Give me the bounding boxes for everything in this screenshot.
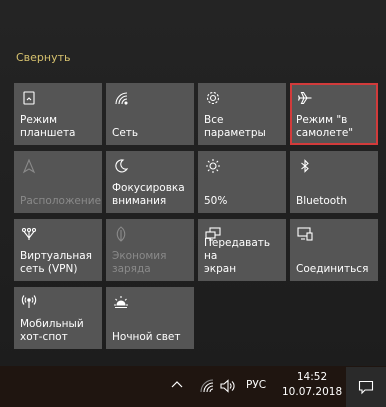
tile-label: 50%: [204, 195, 228, 207]
tile-battery-saver[interactable]: Экономия заряда: [106, 219, 194, 281]
moon-icon: [113, 158, 129, 174]
notifications-button[interactable]: [346, 367, 386, 407]
tile-label: Соединиться: [296, 263, 369, 275]
tile-label: Передавать на экран: [204, 237, 271, 275]
tile-brightness[interactable]: 50%: [198, 151, 286, 213]
taskbar: РУС 14:52 10.07.2018: [0, 366, 386, 407]
tile-project[interactable]: Передавать на экран: [198, 219, 286, 281]
tile-label: Режим "в самолете": [296, 114, 354, 139]
tile-label: Фокусировка внимания: [112, 182, 185, 207]
action-center-panel: Свернуть Режим планшета Сеть Все парамет…: [0, 0, 386, 366]
tile-mobile-hotspot[interactable]: Мобильный хот-спот: [14, 287, 102, 349]
tablet-mode-icon: [21, 90, 37, 106]
tile-label: Ночной свет: [112, 331, 181, 343]
tile-label: Расположение: [20, 195, 102, 207]
night-light-icon: [113, 294, 129, 310]
vpn-icon: [21, 226, 37, 242]
location-icon: [21, 158, 37, 174]
settings-gear-icon: [205, 90, 221, 106]
tile-focus-assist[interactable]: Фокусировка внимания: [106, 151, 194, 213]
tile-night-light[interactable]: Ночной свет: [106, 287, 194, 349]
chevron-up-icon[interactable]: [170, 378, 184, 392]
tile-label: Bluetooth: [296, 195, 347, 207]
hotspot-icon: [21, 294, 37, 310]
tile-label: Виртуальная сеть (VPN): [20, 250, 92, 275]
airplane-icon: [297, 90, 313, 106]
tile-label: Режим планшета: [20, 114, 76, 139]
clock-date: 10.07.2018: [282, 386, 343, 398]
network-icon: [113, 90, 129, 106]
tile-label: Мобильный хот-спот: [20, 318, 84, 343]
wifi-icon[interactable]: [199, 378, 215, 394]
clock-time: 14:52: [296, 371, 328, 383]
tile-location[interactable]: Расположение: [14, 151, 102, 213]
tile-tablet-mode[interactable]: Режим планшета: [14, 83, 102, 145]
tile-all-settings[interactable]: Все параметры: [198, 83, 286, 145]
language-indicator[interactable]: РУС: [246, 379, 266, 391]
bluetooth-icon: [297, 158, 313, 174]
tile-vpn[interactable]: Виртуальная сеть (VPN): [14, 219, 102, 281]
tile-label: Сеть: [112, 127, 139, 139]
notifications-icon: [358, 380, 374, 395]
connect-icon: [297, 226, 313, 242]
tile-label: Все параметры: [204, 114, 266, 139]
tile-network[interactable]: Сеть: [106, 83, 194, 145]
collapse-link[interactable]: Свернуть: [16, 51, 71, 64]
battery-saver-icon: [113, 226, 129, 242]
tile-label: Экономия заряда: [112, 250, 167, 275]
volume-icon[interactable]: [219, 378, 235, 394]
clock[interactable]: 14:52 10.07.2018: [282, 370, 342, 400]
tile-bluetooth[interactable]: Bluetooth: [290, 151, 378, 213]
tile-airplane-mode[interactable]: Режим "в самолете": [290, 83, 378, 145]
brightness-icon: [205, 158, 221, 174]
tile-connect[interactable]: Соединиться: [290, 219, 378, 281]
